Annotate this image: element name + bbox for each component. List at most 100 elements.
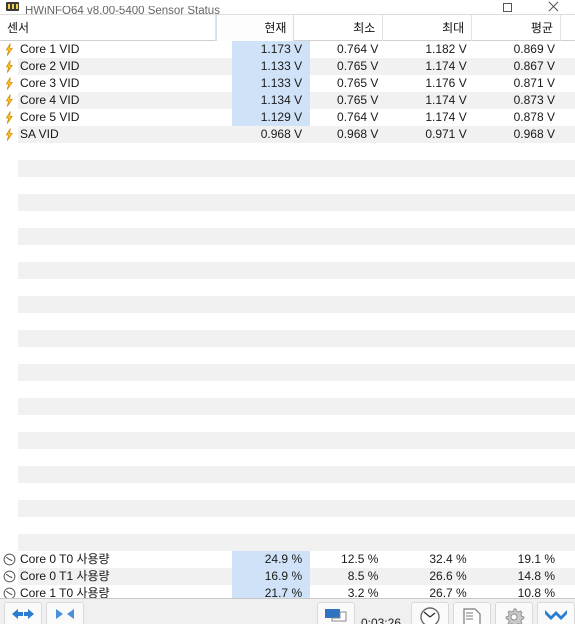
cell-minimum: 8.5 % <box>347 569 379 583</box>
table-row[interactable] <box>0 211 575 228</box>
table-row[interactable]: Core 2 VID 1.133 V 0.765 V 1.174 V 0.867 V <box>0 58 575 75</box>
empty-cell <box>310 415 398 432</box>
empty-cell <box>487 415 575 432</box>
empty-cell <box>310 177 398 194</box>
empty-cell <box>487 517 575 534</box>
table-row[interactable] <box>0 500 575 517</box>
empty-cell <box>487 262 575 279</box>
table-row[interactable] <box>0 296 575 313</box>
sensor-table-body[interactable]: Core 1 VID 1.173 V 0.764 V 1.182 V 0.869 V Co… <box>0 41 575 598</box>
table-row[interactable] <box>0 449 575 466</box>
table-row[interactable] <box>0 432 575 449</box>
table-row[interactable] <box>0 381 575 398</box>
cell-current: 1.129 V <box>231 109 311 126</box>
table-row[interactable]: Core 1 VID 1.173 V 0.764 V 1.182 V 0.869 V <box>0 41 575 58</box>
table-row[interactable] <box>0 517 575 534</box>
table-row[interactable]: Core 3 VID 1.133 V 0.765 V 1.176 V 0.871 V <box>0 75 575 92</box>
empty-cell <box>398 296 486 313</box>
sensor-label: Core 5 VID <box>20 110 80 124</box>
table-row[interactable]: Core 4 VID 1.134 V 0.765 V 1.174 V 0.873 V <box>0 92 575 109</box>
empty-cell <box>18 296 232 313</box>
empty-cell <box>398 143 486 160</box>
table-row[interactable] <box>0 177 575 194</box>
voltage-bolt-icon <box>5 60 13 73</box>
row-icon-gutter <box>0 585 18 598</box>
usage-gauge-icon <box>3 587 15 598</box>
configure-button[interactable] <box>495 602 533 624</box>
gauge-dial-icon <box>420 607 440 624</box>
cell-average: 0.968 V <box>513 127 555 141</box>
title-bar[interactable]: HWiNFO64 v8.00-5400 Sensor Status <box>0 0 575 15</box>
table-row[interactable] <box>0 228 575 245</box>
table-row[interactable] <box>0 279 575 296</box>
cell-average: 19.1 % <box>517 552 555 566</box>
empty-cell <box>18 177 232 194</box>
empty-cell <box>232 160 310 177</box>
empty-cell <box>398 483 486 500</box>
table-row[interactable] <box>0 347 575 364</box>
row-icon-gutter <box>0 466 18 483</box>
table-row[interactable]: Core 0 T0 사용량 24.9 % 12.5 % 32.4 % 19.1 % <box>0 551 575 568</box>
cell-minimum: 0.968 V <box>337 127 379 141</box>
row-icon-gutter <box>0 228 18 245</box>
empty-cell <box>18 432 232 449</box>
table-row[interactable] <box>0 143 575 160</box>
table-row[interactable] <box>0 483 575 500</box>
row-icon-gutter <box>0 211 18 228</box>
maximize-button[interactable] <box>485 0 530 14</box>
cell-minimum: 12.5 % <box>341 552 379 566</box>
sensor-collapse-button[interactable] <box>46 602 84 624</box>
table-row[interactable] <box>0 194 575 211</box>
sensor-label: Core 4 VID <box>20 93 80 107</box>
empty-cell <box>398 279 486 296</box>
gear-icon <box>505 608 525 624</box>
table-row[interactable]: Core 0 T1 사용량 16.9 % 8.5 % 26.6 % 14.8 % <box>0 568 575 585</box>
sensor-back-forward-button[interactable] <box>4 602 42 624</box>
voltage-bolt-icon <box>5 111 13 124</box>
empty-cell <box>398 364 486 381</box>
empty-cell <box>487 194 575 211</box>
column-header-minimum[interactable]: 최소 <box>294 15 384 41</box>
column-header-maximum[interactable]: 최대 <box>383 15 473 41</box>
empty-cell <box>398 160 486 177</box>
column-header-sensor[interactable]: 센서 <box>0 15 216 41</box>
table-row[interactable]: Core 1 T0 사용량 21.7 % 3.2 % 26.7 % 10.8 % <box>0 585 575 598</box>
close-button[interactable] <box>530 0 575 14</box>
table-row[interactable]: SA VID 0.968 V 0.968 V 0.971 V 0.968 V <box>0 126 575 143</box>
table-row[interactable] <box>0 364 575 381</box>
minimize-tray-button[interactable] <box>537 602 575 624</box>
table-row[interactable] <box>0 415 575 432</box>
column-header-current[interactable]: 현재 <box>215 15 295 41</box>
table-row[interactable] <box>0 398 575 415</box>
empty-cell <box>310 211 398 228</box>
snapshot-button[interactable] <box>316 602 355 624</box>
column-header-average[interactable]: 평균 <box>472 15 561 41</box>
row-icon-gutter <box>0 568 18 585</box>
cell-maximum: 32.4 % <box>429 552 467 566</box>
cell-sensor: Core 0 T1 사용량 <box>18 568 232 585</box>
empty-cell <box>310 398 398 415</box>
table-row[interactable] <box>0 262 575 279</box>
empty-cell <box>487 347 575 364</box>
table-row[interactable]: Core 5 VID 1.129 V 0.764 V 1.174 V 0.878 V <box>0 109 575 126</box>
empty-cell <box>310 245 398 262</box>
usage-gauge-icon <box>3 553 15 566</box>
empty-cell <box>232 194 310 211</box>
table-row[interactable] <box>0 313 575 330</box>
empty-cell <box>18 449 232 466</box>
table-row[interactable] <box>0 330 575 347</box>
gauges-button[interactable] <box>411 602 449 624</box>
cell-average: 0.873 V <box>513 93 555 107</box>
empty-cell <box>398 381 486 398</box>
table-row[interactable] <box>0 245 575 262</box>
table-row[interactable] <box>0 534 575 551</box>
row-icon-gutter <box>0 313 18 330</box>
sensor-label: Core 2 VID <box>20 59 80 73</box>
table-row[interactable] <box>0 160 575 177</box>
row-icon-gutter <box>0 58 18 75</box>
cell-minimum: 0.764 V <box>337 110 379 124</box>
table-row[interactable] <box>0 466 575 483</box>
sensor-label: Core 0 T1 사용량 <box>20 569 110 583</box>
row-icon-gutter <box>0 109 18 126</box>
logging-button[interactable] <box>453 602 491 624</box>
